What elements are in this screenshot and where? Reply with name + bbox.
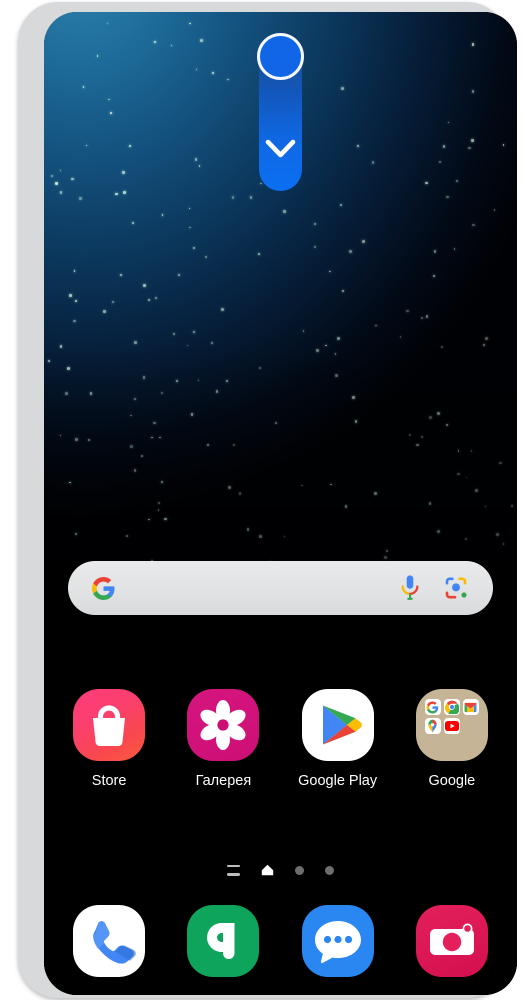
- chevron-down-icon: [265, 139, 296, 158]
- app-list-icon[interactable]: [227, 864, 240, 876]
- gallery-icon[interactable]: [187, 689, 260, 761]
- contacts-icon[interactable]: [187, 905, 260, 977]
- dock-item-contacts[interactable]: [171, 905, 275, 977]
- home-page-icon[interactable]: [261, 864, 274, 876]
- app-item-store[interactable]: Store: [57, 689, 161, 789]
- google-play-icon[interactable]: [301, 689, 374, 761]
- phone-icon[interactable]: [73, 905, 146, 977]
- speech-bubble-glyph: [314, 921, 361, 964]
- google-search-bar[interactable]: [68, 561, 493, 615]
- youtube-icon: [443, 718, 460, 734]
- messages-icon[interactable]: [301, 905, 374, 977]
- app-item-gallery[interactable]: Галерея: [171, 689, 275, 789]
- google-maps-icon: [424, 718, 441, 734]
- app-label: Store: [91, 773, 127, 789]
- camera-body-glyph: [429, 923, 474, 955]
- google-g-icon: [92, 576, 115, 600]
- app-label: Google Play: [298, 773, 378, 789]
- pill-circle-handle[interactable]: [257, 33, 304, 80]
- play-triangle-glyph: [322, 705, 362, 745]
- app-item-google-play[interactable]: Google Play: [286, 689, 390, 789]
- microphone-icon[interactable]: [399, 574, 421, 602]
- dock-item-messages[interactable]: [286, 905, 390, 977]
- google-folder-icon[interactable]: [415, 689, 488, 761]
- page-dot[interactable]: [325, 865, 334, 875]
- gmail-icon: [462, 699, 479, 715]
- google-lens-icon[interactable]: [443, 575, 469, 601]
- device-frame: Store Галерея Google Play Google: [18, 2, 517, 998]
- dock-item-phone[interactable]: [57, 905, 161, 977]
- flower-glyph: [200, 700, 246, 750]
- galaxy-store-icon[interactable]: [73, 689, 146, 761]
- contacts-handset-glyph: [207, 923, 235, 959]
- search-input[interactable]: [116, 561, 399, 615]
- page-dot[interactable]: [295, 865, 304, 875]
- chrome-icon: [443, 699, 460, 715]
- shopping-bag-glyph: [93, 705, 126, 747]
- app-label: Google: [428, 773, 476, 789]
- phone-handset-glyph: [93, 921, 137, 964]
- dock: [52, 905, 509, 977]
- edge-pull-handle-widget[interactable]: [253, 24, 308, 191]
- page-indicator: [44, 864, 517, 876]
- dock-item-camera[interactable]: [400, 905, 504, 977]
- app-item-google-folder[interactable]: Google: [400, 689, 504, 789]
- camera-icon[interactable]: [415, 905, 488, 977]
- app-label: Галерея: [195, 773, 252, 789]
- google-g-icon: [424, 699, 441, 715]
- app-grid: Store Галерея Google Play Google: [52, 689, 509, 789]
- phone-screen: Store Галерея Google Play Google: [44, 12, 517, 995]
